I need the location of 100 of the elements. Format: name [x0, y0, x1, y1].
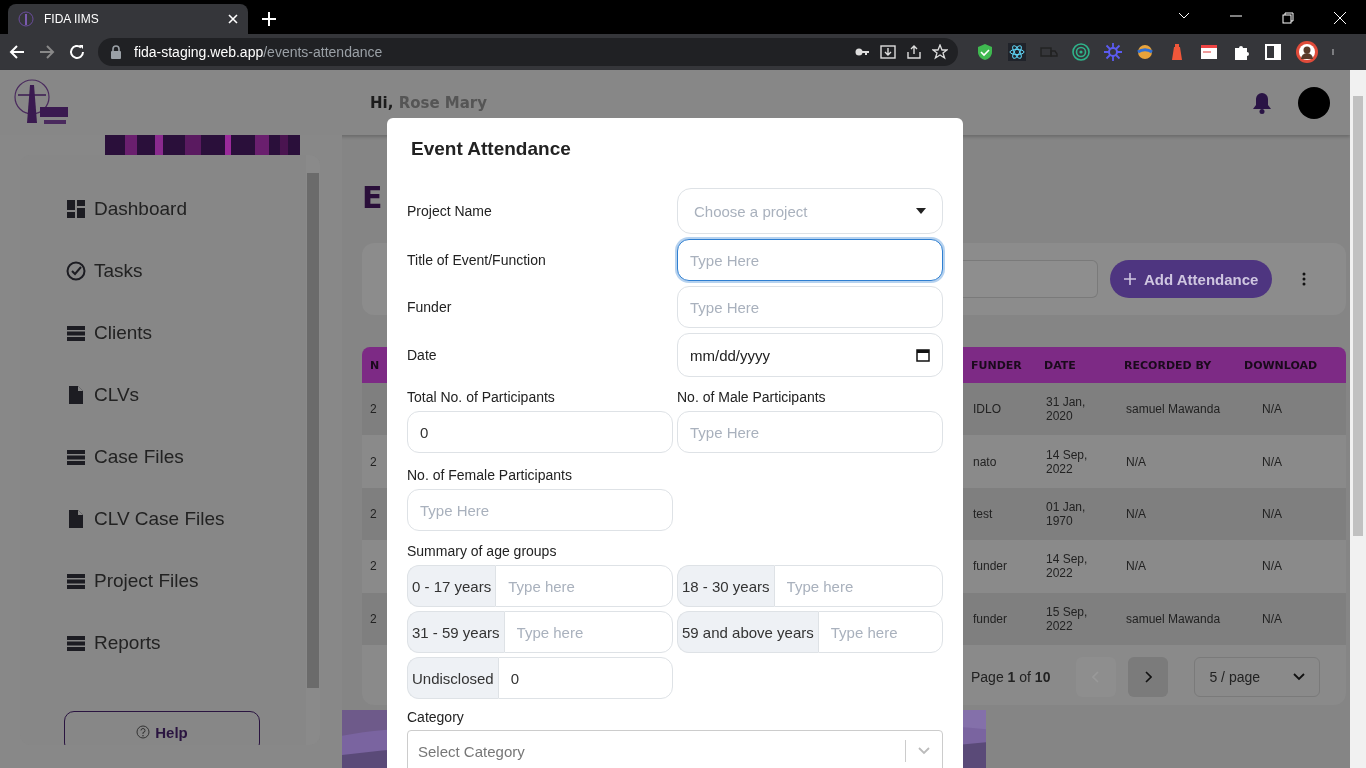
dashboard-icon [66, 198, 86, 219]
table-cell-text: samuel Mawanda [1125, 402, 1222, 417]
input-field[interactable]: Type Here [677, 239, 943, 281]
page-heading: E [362, 180, 384, 217]
check-circle-icon [66, 260, 86, 281]
column-header: N [369, 358, 381, 372]
sidebar-item[interactable]: Tasks [66, 255, 143, 286]
table-cell-text: IDLO [972, 402, 1002, 417]
column-header: DOWNLOAD [1243, 358, 1319, 372]
table-cell-text: N/A [1261, 611, 1283, 626]
table-cell-text: 31 Jan, 2020 [1045, 395, 1087, 424]
puzzle-icon[interactable] [1232, 43, 1250, 61]
install-icon[interactable] [880, 44, 896, 60]
table-cell-text: N/A [1261, 402, 1283, 417]
table-cell-text: N/A [1125, 559, 1147, 574]
page-scrollbar[interactable] [1350, 70, 1366, 768]
target-icon[interactable] [1072, 43, 1090, 61]
sidebar-item[interactable]: Case Files [66, 441, 184, 472]
minimize-icon[interactable] [1230, 12, 1242, 20]
browser-tab[interactable]: FIDA IIMS [8, 4, 248, 34]
date-field[interactable]: mm/dd/yyyy [677, 333, 943, 377]
side-panel-icon[interactable] [1264, 43, 1282, 61]
tab-title: FIDA IIMS [44, 12, 100, 26]
share-icon[interactable] [906, 44, 922, 60]
chevron-right-icon [1144, 671, 1153, 683]
field-label: No. of Female Participants [407, 467, 573, 483]
table-cell-text: 15 Sep, 2022 [1045, 604, 1089, 633]
lock-icon [108, 44, 124, 60]
sidebar-item[interactable]: Reports [66, 627, 161, 658]
field-label: Category [407, 709, 465, 725]
document-icon [66, 384, 86, 405]
age-group-label: 59 and above years [677, 611, 818, 653]
page-summary: Page 1 of 10 [971, 668, 1051, 687]
table-cell-text: 14 Sep, 2022 [1045, 447, 1089, 476]
close-window-icon[interactable] [1334, 12, 1346, 24]
tab-search-icon[interactable] [1178, 12, 1190, 20]
chevron-down-icon [1293, 673, 1306, 681]
column-header: RECORDED BY [1123, 358, 1213, 372]
sunburst-icon[interactable] [1104, 43, 1122, 61]
question-icon [136, 725, 151, 739]
table-cell-text: funder [972, 559, 1009, 574]
back-icon[interactable] [8, 43, 26, 61]
table-cell-text: 14 Sep, 2022 [1045, 552, 1089, 581]
age-group-label: 31 - 59 years [407, 611, 504, 653]
sidebar-item[interactable]: Dashboard [66, 193, 187, 224]
table-cell-text: samuel Mawanda [1125, 611, 1222, 626]
sidebar-item[interactable]: CLV Case Files [66, 503, 225, 534]
table-cell-text: 2 [369, 507, 378, 521]
field-label: Funder [407, 299, 453, 315]
table-cell-text: N/A [1125, 454, 1147, 469]
add-attendance-button[interactable]: Add Attendance [1110, 260, 1273, 298]
favicon-icon [18, 11, 34, 27]
category-select[interactable]: Select Category [407, 730, 943, 768]
modal-title: Event Attendance [411, 138, 572, 160]
forward-icon[interactable] [38, 43, 56, 61]
globe-icon[interactable] [1136, 43, 1154, 61]
star-icon[interactable] [932, 44, 948, 60]
input-field[interactable]: 0 [497, 657, 673, 699]
url-text: fida-staging.web.app/events-attendance [134, 44, 384, 60]
calendar-icon [916, 348, 930, 362]
field-label: Title of Event/Function [407, 252, 547, 268]
sidebar-item[interactable]: Project Files [66, 565, 199, 596]
profile-avatar[interactable] [1296, 41, 1318, 63]
document-icon [66, 508, 86, 529]
caret-icon [916, 208, 926, 214]
input-field[interactable]: 0 [407, 411, 673, 453]
table-cell-text: 2 [369, 611, 378, 626]
search-field[interactable] [963, 260, 1098, 298]
age-group-label: Undisclosed [407, 657, 498, 699]
age-group-label: 18 - 30 years [677, 565, 774, 607]
bell-icon[interactable] [1252, 91, 1272, 114]
shield-icon[interactable] [976, 43, 994, 61]
age-group-label: 0 - 17 years [407, 565, 496, 607]
table-cell-text: funder [972, 611, 1009, 626]
atom-icon[interactable] [1008, 43, 1026, 61]
field-label: No. of Male Participants [677, 389, 827, 405]
field-label: Summary of age groups [407, 543, 558, 559]
field-label: Total No. of Participants [407, 389, 556, 405]
new-tab-icon[interactable] [262, 12, 276, 26]
reload-icon[interactable] [68, 43, 86, 61]
table-cell-text: 2 [369, 559, 378, 574]
user-avatar[interactable] [1298, 86, 1330, 119]
column-header: FUNDER [970, 358, 1023, 372]
restore-icon[interactable] [1282, 12, 1294, 24]
address-bar[interactable]: fida-staging.web.app/events-attendance [98, 38, 958, 66]
note-icon[interactable] [1200, 43, 1218, 61]
close-icon[interactable] [228, 14, 238, 24]
column-header: DATE [1043, 358, 1077, 372]
sidebar-item[interactable]: Clients [66, 317, 153, 348]
table-cell-text: N/A [1261, 507, 1283, 521]
field-label: Project Name [407, 203, 493, 219]
help-button[interactable]: Help [64, 711, 260, 745]
table-cell-text: nato [972, 454, 998, 469]
table-cell-text: test [972, 507, 994, 521]
table-cell-text: N/A [1261, 454, 1283, 469]
table-cell-text: N/A [1125, 507, 1147, 521]
page-size-select[interactable]: 5 / page [1194, 657, 1321, 697]
field-label: Date [407, 347, 438, 363]
more-icon[interactable] [1302, 272, 1307, 286]
sidebar-item[interactable]: CLVs [66, 379, 140, 410]
